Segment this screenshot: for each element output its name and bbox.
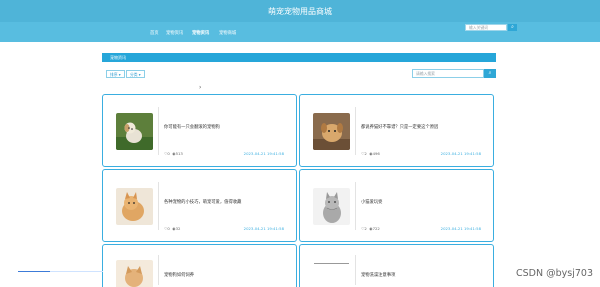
card-date: 2023-04-21 19:41:58 bbox=[243, 151, 284, 156]
card-image-cat bbox=[313, 188, 350, 225]
card-title[interactable]: 宠物狗如何饲养 bbox=[164, 272, 194, 278]
card-title[interactable]: 各种宠物的小技巧，萌宠可爱，值得收藏 bbox=[164, 199, 241, 205]
watermark: CSDN @bysj703 bbox=[516, 268, 593, 279]
card-title[interactable]: 你可能有一只会翻滚的宠物狗 bbox=[164, 124, 220, 130]
chevron-right-icon: › bbox=[199, 84, 202, 91]
card-date: 2023-04-21 19:41:58 bbox=[440, 226, 481, 231]
nav-home[interactable]: 首页 bbox=[150, 30, 159, 36]
content-search-button[interactable]: ⌕ bbox=[484, 69, 496, 78]
nav-news[interactable]: 宠物资讯 bbox=[166, 30, 183, 36]
nav-pet-news[interactable]: 宠物资讯 bbox=[192, 30, 209, 36]
news-card[interactable]: 宠物洗澡注意事项 bbox=[299, 244, 494, 287]
card-stats: ♡0 ◉32 bbox=[164, 226, 181, 231]
search-icon: ⌕ bbox=[511, 24, 514, 30]
loading-progress bbox=[18, 271, 103, 272]
card-title[interactable]: 都说养猫好不靠谱？只是一定要这个原因 bbox=[361, 124, 438, 130]
card-stats: ♡0 ◉513 bbox=[164, 151, 183, 156]
sort-dropdown[interactable]: 排序 ▾ bbox=[106, 70, 125, 78]
top-header: 萌宠宠物用品商城 bbox=[0, 0, 600, 22]
site-title: 萌宠宠物用品商城 bbox=[268, 7, 332, 16]
card-date: 2023-04-21 19:41:58 bbox=[243, 226, 284, 231]
progress-fill bbox=[18, 271, 51, 272]
card-stats: ♡2 ◉496 bbox=[361, 151, 380, 156]
user-menu[interactable]: 我的 ▾ bbox=[507, 60, 518, 66]
news-card[interactable]: 都说养猫好不靠谱？只是一定要这个原因 ♡2 ◉496 2023-04-21 19… bbox=[299, 94, 494, 167]
news-card[interactable]: 小猫爱玩耍 ♡2 ◉722 2023-04-21 19:41:58 bbox=[299, 169, 494, 242]
card-image-dog bbox=[313, 113, 350, 150]
news-card[interactable]: 宠物狗如何饲养 bbox=[102, 244, 297, 287]
card-date: 2023-04-21 19:41:58 bbox=[440, 151, 481, 156]
card-image-cat bbox=[116, 260, 153, 287]
card-stats: ♡2 ◉722 bbox=[361, 226, 380, 231]
card-image-dog bbox=[116, 113, 153, 150]
card-title[interactable]: 宠物洗澡注意事项 bbox=[361, 272, 395, 278]
category-dropdown[interactable]: 分类 ▾ bbox=[126, 70, 145, 78]
nav-pet-shop[interactable]: 宠物商城 bbox=[219, 30, 236, 36]
header-search-input[interactable]: 输入关键词 bbox=[465, 24, 507, 31]
card-image-placeholder bbox=[314, 263, 349, 264]
news-card[interactable]: 各种宠物的小技巧，萌宠可爱，值得收藏 ♡0 ◉32 2023-04-21 19:… bbox=[102, 169, 297, 242]
header-search-button[interactable]: ⌕ bbox=[508, 24, 517, 31]
content-search-input[interactable]: 请输入搜索 bbox=[412, 69, 484, 78]
card-title[interactable]: 小猫爱玩耍 bbox=[361, 199, 382, 205]
section-title: 宠物资讯 bbox=[110, 55, 126, 60]
card-image-cat bbox=[116, 188, 153, 225]
search-icon: ⌕ bbox=[488, 70, 492, 76]
news-card[interactable]: 你可能有一只会翻滚的宠物狗 ♡0 ◉513 2023-04-21 19:41:5… bbox=[102, 94, 297, 167]
section-header: 宠物资讯 bbox=[102, 53, 496, 62]
